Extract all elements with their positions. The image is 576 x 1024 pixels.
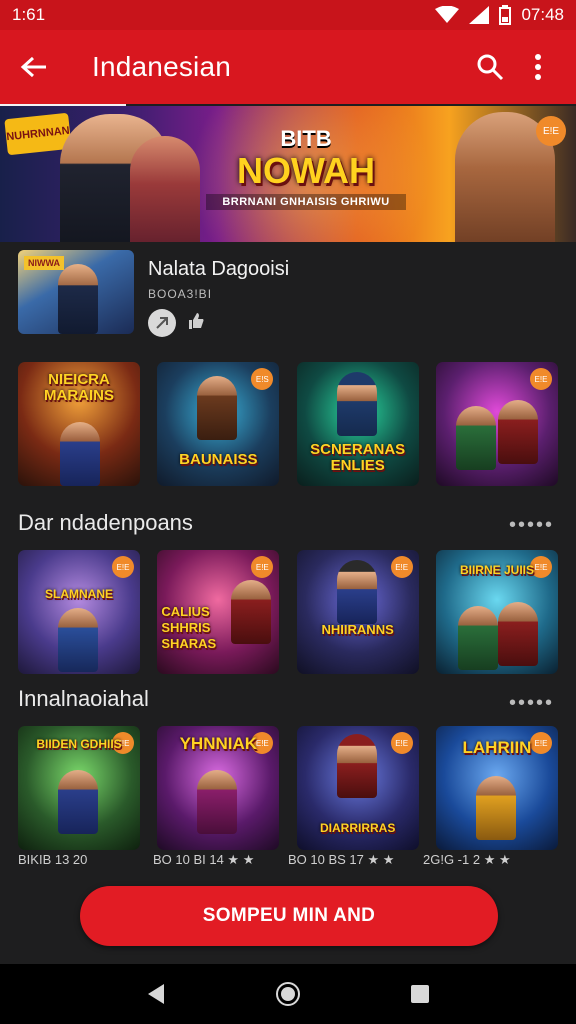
status-bar: 1:61 07:48: [0, 0, 576, 30]
game-card-title: BAUNAISS: [179, 451, 258, 468]
status-time: 1:61: [12, 5, 46, 24]
app-bar: Indanesian: [0, 30, 576, 107]
home-circle-icon: [276, 982, 300, 1006]
battery-icon: [499, 5, 512, 25]
game-card-character: [60, 422, 100, 486]
game-meta: BO 10 BS 17 ★ ★: [288, 852, 395, 867]
game-card-character: [336, 560, 377, 624]
like-button[interactable]: [186, 311, 206, 336]
game-card-character: [197, 376, 238, 440]
game-card-badge: E!E: [112, 556, 134, 578]
back-button[interactable]: [14, 47, 54, 87]
game-card-character: [197, 770, 238, 834]
cta-button[interactable]: SOMPEU MIN AND: [80, 886, 498, 946]
game-card-title: LAHRIIN: [462, 738, 532, 757]
more-vert-icon: [535, 54, 541, 80]
hero-corner-badge: E!E: [536, 116, 566, 146]
game-card[interactable]: SCNERANAS ENLIES: [296, 362, 419, 486]
thumb-up-icon: [189, 312, 204, 329]
search-button[interactable]: [466, 43, 514, 91]
more-options-button[interactable]: [514, 43, 562, 91]
game-card-badge: E!E: [529, 368, 552, 390]
game-card[interactable]: E!E LAHRIIN: [435, 726, 558, 850]
game-card-character: [58, 608, 98, 672]
featured-thumbnail: NIWWA: [18, 250, 134, 334]
game-card-badge: E!E: [251, 556, 274, 578]
game-card-title: SLAMNANE: [45, 587, 113, 601]
hero-top-text: BITB: [280, 126, 332, 151]
game-row-3: E!E BIIDEN GDHIIS E!E YHNNIAK E!E DIARRI…: [18, 726, 558, 850]
game-card-character: [455, 406, 496, 470]
featured-thumb-tag: NIWWA: [24, 256, 64, 270]
section-title: Dar ndadenpoans: [18, 510, 193, 535]
nav-recents-button[interactable]: [400, 974, 440, 1014]
share-button[interactable]: [148, 309, 176, 337]
signal-icon: [469, 6, 490, 24]
game-card-title: NHIIRANNS: [321, 622, 394, 637]
game-card-character: [497, 602, 538, 666]
triangle-back-icon: [148, 984, 164, 1004]
game-card-character: [231, 580, 272, 644]
nav-home-button[interactable]: [268, 974, 308, 1014]
game-card-title: NIEICRA MARAINS: [44, 371, 114, 404]
game-card-character: [475, 776, 516, 840]
featured-info: Nalata Dagooisi BOOA3!BI: [148, 250, 290, 337]
arrow-left-icon: [20, 56, 46, 78]
game-card[interactable]: E!E SLAMNANE: [18, 550, 140, 674]
featured-character: [58, 264, 98, 334]
game-meta-row: BIKIB 13 20 BO 10 BI 14 ★ ★ BO 10 BS 17 …: [18, 852, 558, 868]
system-nav-bar: [0, 964, 576, 1024]
section-title: Innalnaoiahal: [18, 686, 149, 711]
hero-banner[interactable]: NUHRNNAN BITB NOWAH BRRNANI GNHAISIS GHR…: [0, 106, 576, 242]
game-meta: BO 10 BI 14 ★ ★: [153, 852, 255, 867]
nav-back-button[interactable]: [136, 974, 176, 1014]
game-card-badge: E!E: [390, 556, 413, 578]
game-card-title: DIARRIRRAS: [319, 821, 396, 835]
featured-item[interactable]: NIWWA Nalata Dagooisi BOOA3!BI: [18, 250, 558, 337]
featured-title: Nalata Dagooisi: [148, 258, 290, 280]
game-meta: BIKIB 13 20: [18, 852, 88, 867]
game-card-badge: E!E: [390, 732, 413, 754]
featured-subtitle: BOOA3!BI: [148, 287, 213, 301]
hero-character-left-2: [130, 136, 200, 242]
game-card-title: BIIRNE JUIIS: [459, 563, 534, 577]
section-more-button[interactable]: •••••: [509, 692, 554, 715]
game-card-character: [497, 400, 538, 464]
game-card[interactable]: NIEICRA MARAINS: [18, 362, 140, 486]
game-card[interactable]: E!E BIIDEN GDHIIS: [18, 726, 140, 850]
status-clock: 07:48: [521, 5, 564, 24]
share-icon: [156, 317, 168, 329]
search-icon: [477, 54, 504, 81]
page-title: Indanesian: [92, 51, 232, 82]
game-card-character: [336, 372, 377, 436]
game-card-badge: E!S: [251, 368, 274, 390]
square-recents-icon: [411, 985, 429, 1003]
game-card-character: [336, 734, 377, 798]
game-meta: 2G!G -1 2 ★ ★: [423, 852, 511, 867]
game-card-title: BIIDEN GDHIIS: [36, 737, 122, 751]
game-row-1: NIEICRA MARAINS E!S BAUNAISS SCNERANAS E…: [18, 362, 558, 486]
game-card-character: [58, 770, 98, 834]
hero-sub-text: BRRNANI GNHAISIS GHRIWU: [206, 194, 406, 210]
game-card[interactable]: E!E YHNNIAK: [157, 726, 280, 850]
game-card[interactable]: E!E: [435, 362, 558, 486]
game-card-character: [457, 606, 498, 670]
game-card-title: YHNNIAK: [179, 734, 258, 753]
hero-main-text: NOWAH: [237, 150, 375, 191]
game-row-2: E!E SLAMNANE E!E CALIUS SHHRIS SHARAS E!…: [18, 550, 558, 674]
game-card[interactable]: E!E NHIIRANNS: [296, 550, 419, 674]
game-card[interactable]: E!E DIARRIRRAS: [296, 726, 419, 850]
game-card[interactable]: E!E BIIRNE JUIIS: [435, 550, 558, 674]
hero-text: BITB NOWAH BRRNANI GNHAISIS GHRIWU: [206, 126, 406, 210]
wifi-icon: [435, 6, 460, 23]
game-card[interactable]: E!E CALIUS SHHRIS SHARAS: [157, 550, 280, 674]
featured-actions: [148, 309, 289, 337]
section-more-button[interactable]: •••••: [509, 514, 554, 537]
status-icons: 07:48: [435, 5, 564, 25]
game-card[interactable]: E!S BAUNAISS: [157, 362, 280, 486]
game-card-title: SCNERANAS ENLIES: [310, 441, 406, 474]
game-card-title: CALIUS SHHRIS SHARAS: [161, 604, 217, 651]
